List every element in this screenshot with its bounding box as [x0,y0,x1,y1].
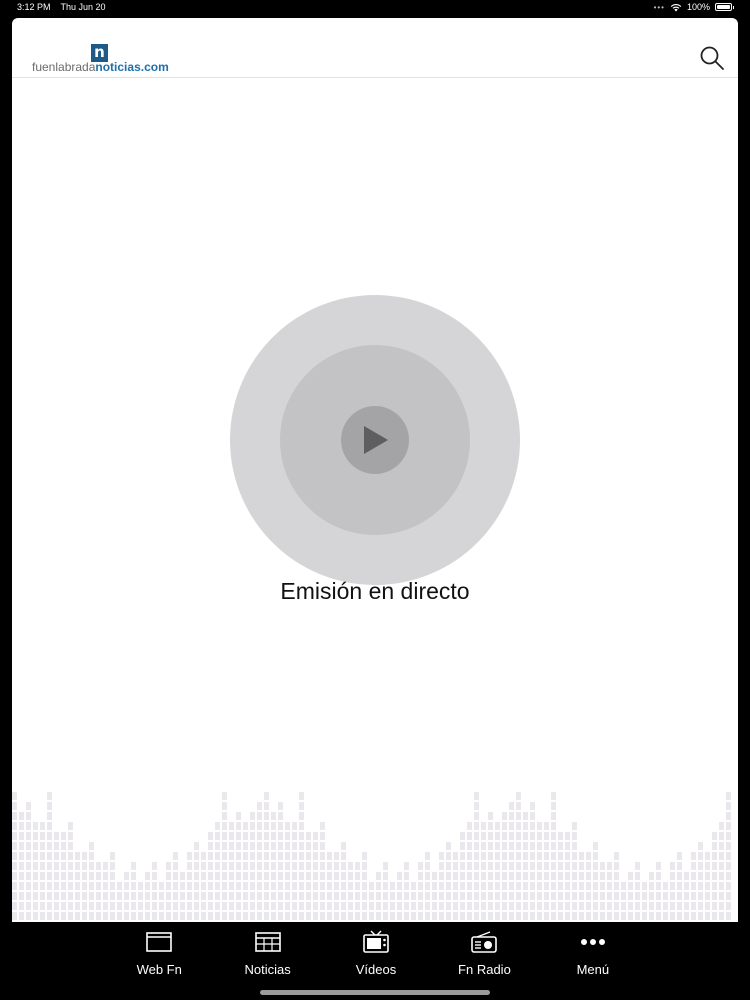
status-right: ••• 100% [653,2,734,12]
status-date: Thu Jun 20 [60,2,106,12]
app-screen: n fuenlabradanoticias.com Emisión en dir… [12,18,738,922]
live-player-ring [280,345,470,535]
status-left: 3:12 PM Thu Jun 20 [17,2,106,12]
search-button[interactable] [698,44,726,72]
tab-label: Noticias [244,962,291,977]
browser-window-icon [146,932,173,952]
tab-videos[interactable]: Vídeos [322,922,430,982]
tab-label: Menú [576,962,610,977]
wifi-icon [670,3,682,11]
status-bar: 3:12 PM Thu Jun 20 ••• 100% [0,0,750,16]
tab-noticias[interactable]: Noticias [213,922,321,982]
tab-fn-radio[interactable]: Fn Radio [430,922,538,982]
tv-icon [363,930,389,953]
search-icon [700,46,724,70]
audio-equalizer-decoration [12,792,731,920]
live-broadcast-label: Emisión en directo [280,578,470,604]
live-player-outer-circle [230,295,520,585]
tab-web-fn[interactable]: Web Fn [105,922,213,982]
tab-menu[interactable]: Menú [539,922,647,982]
multitasking-dots-icon: ••• [653,2,665,12]
tab-list: Web Fn Noticias Vídeos Fn Radio Menú [105,922,647,982]
more-dots-icon [580,939,605,945]
tab-bar: Web Fn Noticias Vídeos Fn Radio Menú [0,922,750,1000]
tab-label: Fn Radio [458,962,511,977]
play-button[interactable] [341,406,409,474]
app-header: n fuenlabradanoticias.com [12,18,738,78]
battery-percent: 100% [686,2,710,12]
logo-text-part1: fuenlabrada [32,60,96,74]
newspaper-icon [254,932,281,952]
logo-text-part2: noticias.com [95,60,169,74]
home-indicator[interactable] [260,990,490,995]
radio-icon [471,931,498,953]
play-icon [364,426,388,454]
tab-label: Vídeos [355,962,397,977]
status-time: 3:12 PM [17,2,51,12]
battery-icon [715,3,734,11]
logo-text: fuenlabradanoticias.com [32,60,169,74]
tab-label: Web Fn [136,962,182,977]
